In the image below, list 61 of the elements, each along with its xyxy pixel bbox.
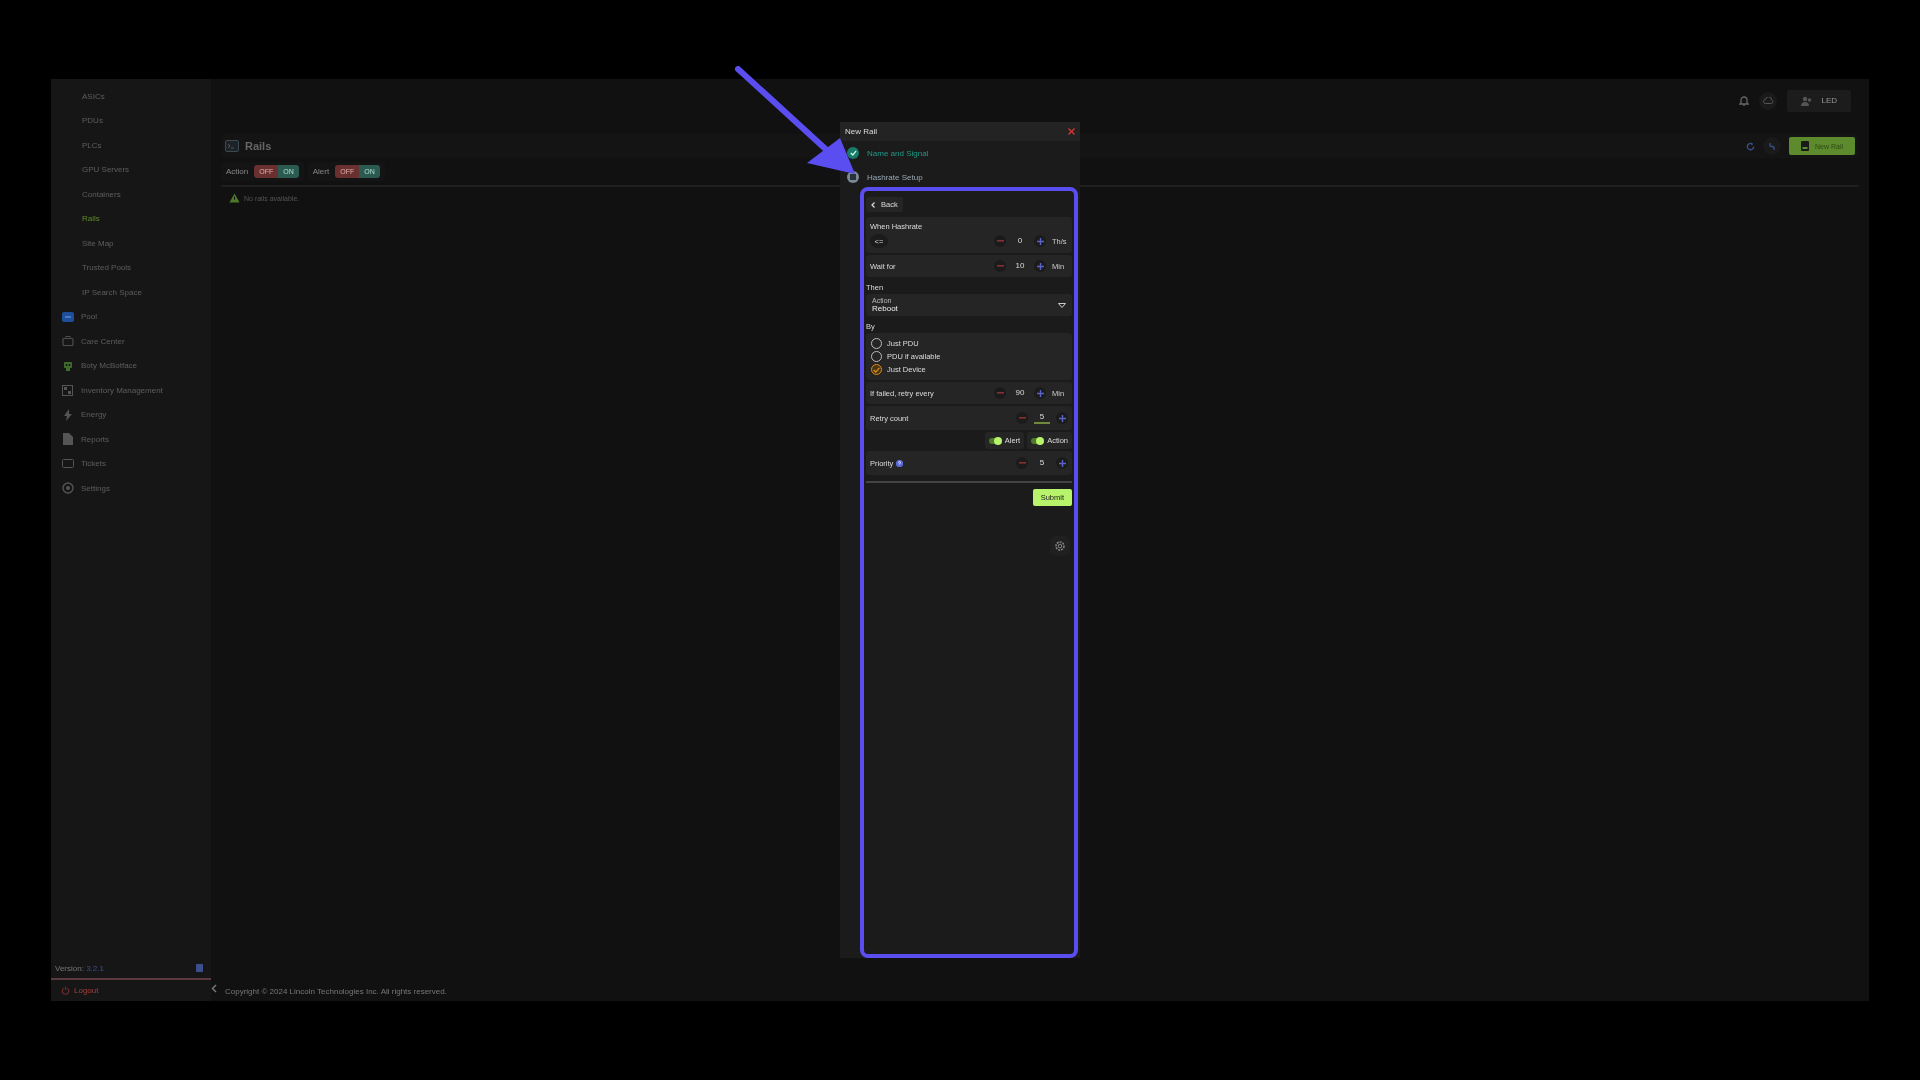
plus-icon — [1036, 389, 1044, 397]
minus-icon — [996, 240, 1004, 242]
decrement-button[interactable] — [994, 387, 1006, 399]
info-icon — [196, 964, 203, 972]
filter-label: Action — [226, 167, 249, 176]
power-icon — [61, 986, 70, 995]
step-label: Hashrate Setup — [867, 172, 923, 182]
decrement-button[interactable] — [1016, 412, 1028, 424]
plus-icon — [1058, 414, 1066, 422]
filter-label: Alert — [312, 167, 330, 176]
minus-icon — [996, 392, 1004, 394]
decrement-button[interactable] — [994, 235, 1006, 247]
number-field[interactable]: 10 — [1012, 261, 1028, 271]
number-field[interactable]: 0 — [1012, 236, 1028, 246]
chevron-left-icon — [871, 201, 875, 208]
users-icon — [1801, 95, 1814, 106]
plus-icon — [1036, 262, 1044, 270]
increment-button[interactable] — [1034, 260, 1046, 272]
robot-icon — [61, 359, 74, 372]
number-field[interactable]: 90 — [1012, 388, 1028, 398]
number-field[interactable]: 5 — [1034, 458, 1050, 468]
grid-icon — [62, 384, 73, 396]
number-field[interactable]: 5 — [1034, 412, 1050, 424]
increment-button[interactable] — [1056, 457, 1068, 469]
settings-button[interactable] — [1050, 536, 1070, 556]
link-icon — [1768, 141, 1776, 151]
ticket-icon — [61, 459, 74, 469]
step-label: Name and Signal — [867, 148, 929, 158]
version-label: Version: 3.2.1 — [55, 963, 104, 973]
document-icon — [62, 433, 73, 446]
bell-icon[interactable] — [1739, 95, 1750, 106]
increment-button[interactable] — [1034, 235, 1046, 247]
sidebar-item[interactable]: Rails — [51, 206, 211, 231]
decrement-button[interactable] — [1016, 457, 1028, 469]
cloud-icon — [1762, 97, 1774, 104]
dropdown-arrow-icon — [1058, 302, 1066, 308]
help-icon[interactable] — [896, 460, 904, 467]
terminal-icon — [225, 140, 239, 152]
increment-button[interactable] — [1034, 387, 1046, 399]
refresh-icon[interactable] — [1746, 141, 1755, 151]
plus-icon — [1036, 237, 1044, 245]
settings-icon — [61, 482, 74, 495]
dialog-title: New Rail — [845, 127, 877, 136]
minus-icon — [1018, 417, 1026, 419]
copyright-text: Copyright © 2024 Lincoln Technologies Inc. All rights reserved. — [224, 987, 448, 998]
lightning-icon — [62, 408, 73, 421]
terminal-icon — [1801, 141, 1809, 151]
page-title: Rails — [245, 140, 272, 152]
pool-icon — [61, 311, 74, 322]
cloud-button[interactable] — [1759, 91, 1778, 110]
settings-icon — [1054, 540, 1066, 552]
warning-icon — [229, 193, 240, 203]
briefcase-icon — [61, 336, 74, 347]
decrement-button[interactable] — [994, 260, 1006, 272]
plus-icon — [1058, 459, 1066, 467]
increment-button[interactable] — [1056, 412, 1068, 424]
close-icon[interactable] — [1068, 128, 1075, 135]
user-button[interactable]: LED — [1787, 89, 1851, 112]
collapse-chevron-icon[interactable] — [211, 984, 217, 993]
minus-icon — [996, 265, 1004, 267]
minus-icon — [1018, 462, 1026, 464]
